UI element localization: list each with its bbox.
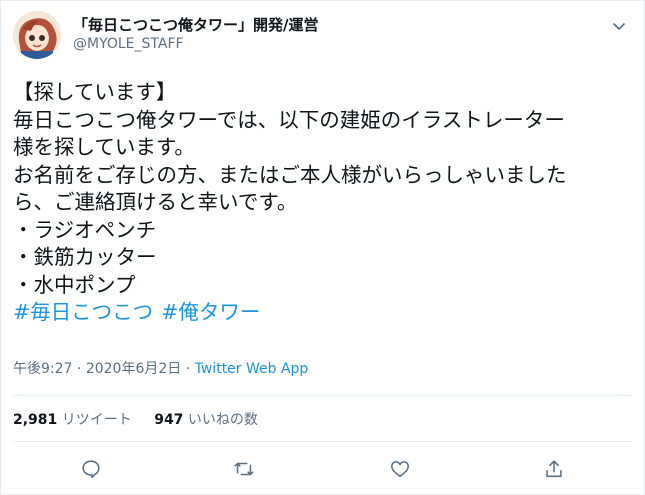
hashtag-row: #毎日こつこつ #俺タワー	[13, 299, 633, 327]
retweet-stat[interactable]: 2,981 リツイート	[13, 412, 132, 428]
like-stat[interactable]: 947 いいねの数	[154, 412, 258, 428]
tweet-text: 【探しています】 毎日こつこつ俺タワーでは、以下の建姫のイラストレーター 様を探…	[13, 79, 633, 327]
reply-button[interactable]	[78, 456, 104, 482]
share-button[interactable]	[541, 456, 567, 482]
tweet-date[interactable]: 2020年6月2日	[86, 361, 181, 377]
tweet-line: 【探しています】	[13, 80, 177, 104]
author-names: 「毎日こつこつ俺タワー」開発/運営 @MYOLE_STAFF	[73, 15, 318, 54]
like-count: 947	[154, 412, 184, 428]
chevron-down-icon[interactable]	[610, 17, 628, 35]
heart-icon	[390, 461, 410, 478]
share-icon	[546, 460, 562, 478]
meta-separator: ·	[185, 361, 191, 377]
tweet-line: ・水中ポンプ	[13, 272, 136, 297]
action-bar	[1, 456, 644, 482]
like-button[interactable]	[387, 456, 413, 482]
meta-separator: ·	[76, 361, 86, 377]
retweet-count: 2,981	[13, 412, 58, 428]
retweet-button[interactable]	[231, 456, 257, 482]
tweet-time[interactable]: 午後9:27	[13, 361, 72, 377]
tweet-source[interactable]: Twitter Web App	[195, 361, 309, 377]
retweet-icon	[234, 462, 254, 476]
tweet-line: ・鉄筋カッター	[13, 245, 157, 269]
avatar[interactable]	[13, 11, 61, 59]
tweet-line: 様を探しています。	[13, 135, 195, 159]
hashtag-link[interactable]: #俺タワー	[161, 300, 260, 324]
tweet-line: ら、ご連絡頂けると幸いです。	[13, 190, 298, 214]
divider	[13, 441, 632, 442]
tweet-line: ・ラジオペンチ	[13, 217, 157, 242]
hashtag-link[interactable]: #毎日こつこつ	[13, 300, 153, 324]
display-name[interactable]: 「毎日こつこつ俺タワー」開発/運営	[73, 15, 318, 35]
reply-icon	[82, 460, 100, 479]
tweet-stats: 2,981 リツイート 947 いいねの数	[13, 411, 276, 430]
tweet-line: お名前をご存じの方、またはご本人様がいらっしゃいました	[13, 162, 567, 187]
tweet-card: 「毎日こつこつ俺タワー」開発/運営 @MYOLE_STAFF 【探しています】 …	[0, 0, 645, 495]
like-label: いいねの数	[187, 412, 258, 428]
user-handle[interactable]: @MYOLE_STAFF	[73, 35, 318, 54]
tweet-meta: 午後9:27 · 2020年6月2日 · Twitter Web App	[13, 360, 308, 379]
tweet-header: 「毎日こつこつ俺タワー」開発/運営 @MYOLE_STAFF	[13, 11, 632, 59]
retweet-label: リツイート	[61, 412, 132, 428]
character-avatar-image	[13, 11, 61, 59]
divider	[13, 395, 632, 396]
tweet-line: 毎日こつこつ俺タワーでは、以下の建姫のイラストレーター	[13, 107, 565, 132]
